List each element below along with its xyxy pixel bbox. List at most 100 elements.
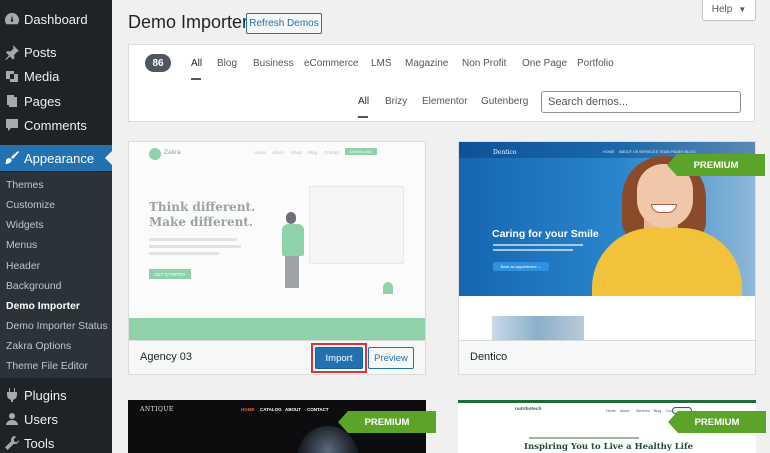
thumb-nav-item: CONTACT <box>307 407 329 412</box>
thumb-cta-button: GET STARTED <box>149 269 191 279</box>
help-tab-button[interactable]: Help ▼ <box>702 0 756 21</box>
thumb-nav-item: Home <box>254 150 267 155</box>
brush-icon <box>0 150 24 166</box>
thumb-logo-text: Dentico <box>493 149 517 156</box>
thumb-headline: Inspiring You to Live a Healthy Life <box>524 442 694 452</box>
submenu-item-menus[interactable]: Menus <box>6 240 37 251</box>
builder-active-indicator <box>358 116 368 118</box>
thumb-whiteboard <box>309 186 404 264</box>
sidebar-item-users[interactable]: Users <box>0 406 112 432</box>
pin-icon <box>0 44 24 60</box>
category-active-indicator <box>191 78 201 80</box>
thumb-nav-item: Blog <box>308 150 318 155</box>
refresh-demos-button[interactable]: Refresh Demos <box>246 13 322 34</box>
submenu-item-demo-importer[interactable]: Demo Importer <box>6 301 80 312</box>
thumb-cta-button: Book an appointment → <box>493 262 549 271</box>
thumb-headline: Think different. Make different. <box>149 200 255 230</box>
sidebar-item-posts[interactable]: Posts <box>0 39 112 65</box>
thumb-nav-item: CATALOG <box>260 407 282 412</box>
help-label: Help <box>711 4 733 15</box>
thumb-nav-item: SERVICES <box>639 150 659 154</box>
sidebar-item-pages[interactable]: Pages <box>0 88 112 114</box>
thumb-nav-item: PAGES <box>671 150 684 154</box>
thumb-text-line <box>493 249 573 251</box>
thumb-nav-item: Contact <box>324 150 340 155</box>
admin-sidebar: Dashboard Posts Media Pages Comments App… <box>0 0 112 453</box>
category-lms[interactable]: LMS <box>371 58 392 69</box>
demo-filter-panel: 86 All Blog Business eCommerce LMS Magaz… <box>128 44 755 122</box>
thumb-text-line <box>149 245 241 248</box>
submenu-item-customize[interactable]: Customize <box>6 200 55 211</box>
sidebar-item-dashboard[interactable]: Dashboard <box>0 6 112 32</box>
sidebar-item-appearance[interactable]: Appearance <box>0 145 112 171</box>
thumb-nav-item: Services <box>636 409 650 413</box>
caret-down-icon: ▼ <box>738 5 747 14</box>
tools-icon <box>0 435 24 451</box>
submenu-item-themes[interactable]: Themes <box>6 180 44 191</box>
thumb-nav-item: BLOG <box>685 150 696 154</box>
card-footer: Dentico <box>459 340 755 374</box>
category-one-page[interactable]: One Page <box>522 58 567 69</box>
users-icon <box>0 411 24 427</box>
thumb-nav-item: About <box>272 150 284 155</box>
category-ecommerce[interactable]: eCommerce <box>304 58 358 69</box>
media-icon <box>0 68 24 84</box>
builder-brizy[interactable]: Brizy <box>385 96 407 107</box>
submenu-item-theme-file-editor[interactable]: Theme File Editor <box>6 361 88 372</box>
preview-button[interactable]: Preview <box>368 347 414 369</box>
dashboard-icon <box>0 11 24 27</box>
thumb-download-button: DOWNLOAD <box>345 148 377 155</box>
thumb-text-line <box>493 244 583 246</box>
thumb-nav-item: HOME <box>241 407 255 412</box>
category-business[interactable]: Business <box>253 58 294 69</box>
thumb-logo-text: nutritiotech <box>515 407 542 412</box>
card-footer: Agency 03 Import Preview <box>129 340 425 374</box>
thumb-nav-item: ABOUT US <box>619 150 639 154</box>
category-non-profit[interactable]: Non Profit <box>462 58 506 69</box>
demo-thumbnail[interactable]: Zakra Home About Shop Blog Contact DOWNL… <box>129 142 425 340</box>
thumb-nav-item: About <box>620 409 630 413</box>
thumb-logo-text: ANTIQUE <box>140 406 174 413</box>
category-portfolio[interactable]: Portfolio <box>577 58 614 69</box>
thumb-person-body <box>282 224 304 256</box>
submenu-item-header[interactable]: Header <box>6 261 40 272</box>
builder-gutenberg[interactable]: Gutenberg <box>481 96 528 107</box>
category-magazine[interactable]: Magazine <box>405 58 448 69</box>
thumb-text-line <box>149 252 219 255</box>
submenu-item-demo-importer-status[interactable]: Demo Importer Status <box>6 321 108 332</box>
thumb-text-line <box>149 238 237 241</box>
sidebar-item-media[interactable]: Media <box>0 63 112 89</box>
sidebar-item-tools[interactable]: Tools <box>0 430 112 453</box>
active-menu-arrow <box>105 151 112 165</box>
pages-icon <box>0 93 24 109</box>
premium-badge: PREMIUM <box>668 411 766 433</box>
submenu-item-widgets[interactable]: Widgets <box>6 220 44 231</box>
builder-elementor[interactable]: Elementor <box>422 96 468 107</box>
demo-name: Agency 03 <box>140 351 192 363</box>
comment-icon <box>0 117 24 133</box>
submenu-item-background[interactable]: Background <box>6 281 61 292</box>
thumb-nav-item: ABOUT <box>285 407 301 412</box>
thumb-feature-strip <box>129 318 425 340</box>
import-button[interactable]: Import <box>315 347 363 369</box>
sidebar-item-plugins[interactable]: Plugins <box>0 382 112 408</box>
thumb-nav-item: Shop <box>291 150 302 155</box>
page-title: Demo Importer <box>128 12 249 32</box>
thumb-nav-item: Blog <box>654 409 662 413</box>
thumb-lower-image <box>492 316 584 340</box>
zakra-logo-icon <box>149 148 161 160</box>
appearance-submenu: Themes Customize Widgets Menus Header Ba… <box>0 172 112 378</box>
thumb-headline-line: Make different. <box>149 215 254 229</box>
thumb-topbar <box>458 400 756 403</box>
builder-all[interactable]: All <box>358 96 369 107</box>
search-demos-input[interactable] <box>541 91 741 113</box>
premium-badge: PREMIUM <box>338 411 436 433</box>
thumb-text-line <box>529 437 639 439</box>
thumb-nav-item: TEAM <box>659 150 670 154</box>
demo-card-nutritiotech: nutritiotech Home About Services Blog Co… <box>458 400 766 453</box>
category-blog[interactable]: Blog <box>217 58 237 69</box>
category-all[interactable]: All <box>191 58 202 69</box>
sidebar-item-comments[interactable]: Comments <box>0 112 112 138</box>
submenu-item-zakra-options[interactable]: Zakra Options <box>6 341 71 352</box>
thumb-person-legs <box>285 256 299 288</box>
